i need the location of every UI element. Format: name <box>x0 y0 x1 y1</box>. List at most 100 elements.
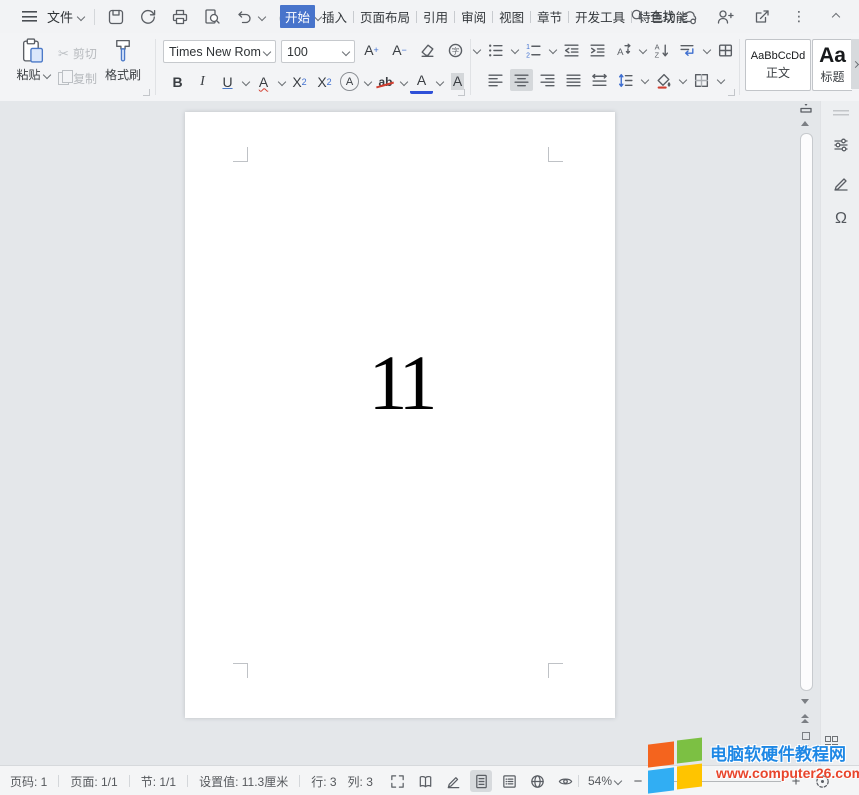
chevron-down-icon[interactable] <box>716 76 724 84</box>
document-page[interactable]: 11 <box>185 112 615 718</box>
zoom-level-button[interactable]: 54% <box>588 774 621 788</box>
workspace-grid-icon[interactable] <box>825 736 838 749</box>
italic-button[interactable]: I <box>191 71 214 93</box>
strikethrough-button[interactable]: A <box>252 71 275 93</box>
align-center-button[interactable] <box>510 69 533 91</box>
borders-button[interactable] <box>690 69 713 91</box>
tab-dev-tools[interactable]: 开发工具 <box>570 5 630 28</box>
ruler-toggle-icon[interactable] <box>800 103 812 114</box>
styles-gallery-expand-button[interactable] <box>851 39 859 89</box>
increase-indent-button[interactable] <box>586 39 609 61</box>
scroll-up-button[interactable] <box>801 121 809 126</box>
find-button[interactable]: 查找 <box>630 6 675 25</box>
style-heading[interactable]: Aa 标题 <box>812 39 852 91</box>
tab-page-layout[interactable]: 页面布局 <box>355 5 415 28</box>
chevron-down-icon[interactable] <box>435 77 443 85</box>
align-left-button[interactable] <box>484 69 507 91</box>
align-right-button[interactable] <box>536 69 559 91</box>
zoom-in-button[interactable]: + <box>787 772 805 790</box>
sort-button[interactable]: AZ <box>650 39 673 61</box>
highlight-button[interactable]: ab <box>374 71 397 93</box>
more-options-button[interactable]: ⋮ <box>788 6 810 28</box>
chevron-down-icon[interactable] <box>277 77 285 85</box>
tab-references[interactable]: 引用 <box>418 5 453 28</box>
select-browse-object-button[interactable] <box>802 732 810 740</box>
increase-font-button[interactable]: A+ <box>360 39 383 61</box>
zoom-slider-knob[interactable] <box>699 777 702 786</box>
chevron-down-icon[interactable] <box>548 46 556 54</box>
superscript-button[interactable]: X2 <box>288 71 311 93</box>
zoom-out-button[interactable]: − <box>629 772 647 790</box>
save-button[interactable] <box>105 6 127 28</box>
subscript-button[interactable]: X2 <box>313 71 336 93</box>
undo-dropdown-icon[interactable] <box>258 12 266 20</box>
distribute-button[interactable] <box>588 69 611 91</box>
bullets-button[interactable] <box>484 39 507 61</box>
chevron-down-icon[interactable] <box>363 77 371 85</box>
invite-user-button[interactable] <box>714 6 736 28</box>
style-normal[interactable]: AaBbCcDd 正文 <box>745 39 811 91</box>
line-spacing-button[interactable] <box>614 69 637 91</box>
previous-page-button[interactable] <box>801 714 809 723</box>
chevron-down-icon[interactable] <box>702 46 710 54</box>
output-button[interactable] <box>137 6 159 28</box>
collapse-ribbon-button[interactable] <box>825 6 847 28</box>
underline-button[interactable]: U <box>216 71 239 93</box>
tab-review[interactable]: 审阅 <box>456 5 491 28</box>
chevron-down-icon[interactable] <box>678 76 686 84</box>
cut-button[interactable]: ✂ 剪切 <box>58 44 97 63</box>
zoom-slider[interactable] <box>653 781 781 782</box>
font-color-button[interactable]: A <box>410 69 433 94</box>
phonetic-guide-button[interactable]: 字 <box>444 39 467 61</box>
scrollbar-thumb[interactable] <box>800 133 813 691</box>
chevron-down-icon[interactable] <box>510 46 518 54</box>
scroll-down-button[interactable] <box>801 699 809 704</box>
outline-view-button[interactable] <box>498 770 520 792</box>
chevron-down-icon[interactable] <box>241 77 249 85</box>
chevron-down-icon[interactable] <box>472 46 480 54</box>
print-preview-button[interactable] <box>201 6 223 28</box>
properties-button[interactable] <box>831 135 851 155</box>
shading-button[interactable] <box>652 69 675 91</box>
text-effects-button[interactable]: A <box>338 71 361 93</box>
tab-insert[interactable]: 插入 <box>317 5 352 28</box>
hamburger-menu-icon[interactable] <box>22 11 37 22</box>
ink-annotate-button[interactable] <box>831 173 851 193</box>
text-direction-button[interactable]: A <box>612 39 635 61</box>
font-family-select[interactable]: Times New Roma <box>163 40 276 63</box>
justify-button[interactable] <box>562 69 585 91</box>
tab-section[interactable]: 章节 <box>532 5 567 28</box>
eye-protection-button[interactable] <box>554 770 576 792</box>
page-view-button[interactable] <box>470 770 492 792</box>
numbering-button[interactable]: 12 <box>522 39 545 61</box>
fullscreen-view-button[interactable] <box>386 770 408 792</box>
undo-button[interactable] <box>233 6 255 28</box>
print-button[interactable] <box>169 6 191 28</box>
clear-format-button[interactable] <box>416 39 439 61</box>
font-size-select[interactable]: 100 <box>281 40 355 63</box>
chevron-down-icon[interactable] <box>638 46 646 54</box>
show-marks-button[interactable] <box>676 39 699 61</box>
symbol-button[interactable]: Ω <box>831 209 851 229</box>
vertical-scrollbar[interactable] <box>798 101 814 765</box>
file-menu[interactable]: 文件 <box>47 7 84 26</box>
document-text[interactable]: 11 <box>185 344 615 422</box>
tab-view[interactable]: 视图 <box>494 5 529 28</box>
fit-page-button[interactable] <box>811 770 833 792</box>
panel-handle-icon[interactable] <box>833 110 849 116</box>
paragraph-layout-button[interactable] <box>714 39 737 61</box>
read-layout-button[interactable] <box>414 770 436 792</box>
cloud-sync-button[interactable] <box>677 6 699 28</box>
ink-mode-button[interactable] <box>442 770 464 792</box>
share-button[interactable] <box>751 6 773 28</box>
tab-home[interactable]: 开始 <box>280 5 315 28</box>
web-layout-button[interactable] <box>526 770 548 792</box>
copy-button[interactable]: 复制 <box>58 69 97 88</box>
next-page-button[interactable] <box>801 745 809 754</box>
decrease-font-button[interactable]: A− <box>388 39 411 61</box>
chevron-down-icon[interactable] <box>399 77 407 85</box>
paste-button[interactable]: 粘贴 <box>12 37 54 83</box>
decrease-indent-button[interactable] <box>560 39 583 61</box>
format-painter-button[interactable]: 格式刷 <box>100 37 146 83</box>
chevron-down-icon[interactable] <box>640 76 648 84</box>
